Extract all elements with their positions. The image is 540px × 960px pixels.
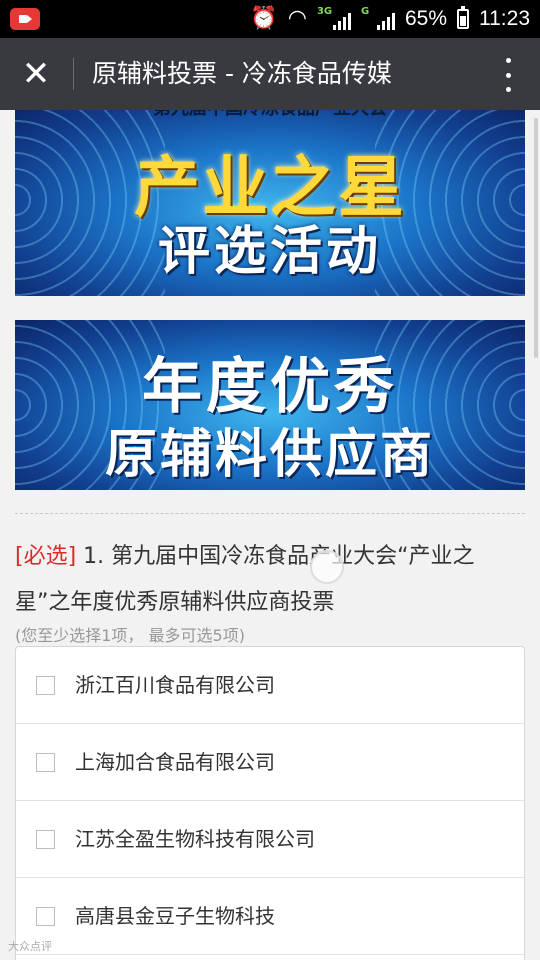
alarm-icon: ⏰ (250, 6, 278, 31)
page-content[interactable]: 第九届中国冷冻食品产业大会 产业之星 评选活动 年度优秀 原辅料供应商 [必选]… (0, 110, 540, 960)
question-text: 1. 第九届中国冷冻食品产业大会“产业之星”之年度优秀原辅料供应商投票 (15, 544, 475, 615)
signal-icon: G (361, 6, 395, 32)
divider (73, 58, 74, 90)
checkbox[interactable] (36, 907, 55, 926)
option-label: 江苏全盈生物科技有限公司 (75, 827, 315, 851)
selection-hint: (您至少选择1项， 最多可选5项) (15, 626, 245, 645)
watermark: 大众点评 (8, 940, 52, 953)
battery-percent: 65% (404, 7, 447, 30)
checkbox[interactable] (36, 830, 55, 849)
required-tag: [必选] (15, 544, 77, 569)
option-label: 上海加合食品有限公司 (75, 750, 275, 774)
checkbox[interactable] (36, 753, 55, 772)
options-list: 浙江百川食品有限公司 上海加合食品有限公司 江苏全盈生物科技有限公司 高唐县金豆… (15, 646, 525, 960)
event-banner: 第九届中国冷冻食品产业大会 产业之星 评选活动 (15, 110, 525, 296)
screen-record-icon (10, 8, 40, 30)
scrollbar[interactable] (534, 118, 538, 358)
category-banner: 年度优秀 原辅料供应商 (15, 320, 525, 490)
battery-icon (457, 6, 469, 29)
status-bar: ⏰ ◠ 3G G 65% 11:23 (0, 0, 540, 38)
title-bar: ✕ 原辅料投票 - 冷冻食品传媒 (0, 38, 540, 110)
page-title: 原辅料投票 - 冷冻食品传媒 (92, 59, 392, 88)
option-item[interactable]: 上海加合食品有限公司 (16, 724, 524, 801)
close-icon[interactable]: ✕ (14, 52, 58, 96)
network-type-2: G (360, 6, 370, 17)
section-divider (15, 513, 525, 514)
network-type-1: 3G (316, 6, 333, 17)
option-item[interactable]: 江苏全盈生物科技有限公司 (16, 801, 524, 878)
banner-top-text: 第九届中国冷冻食品产业大会 (15, 110, 525, 120)
option-item[interactable]: 高唐县金豆子生物科技 (16, 878, 524, 955)
category-banner-line2: 原辅料供应商 (104, 424, 435, 485)
question-title: [必选] 1. 第九届中国冷冻食品产业大会“产业之星”之年度优秀原辅料供应商投票 (15, 534, 525, 626)
checkbox[interactable] (36, 676, 55, 695)
banner-subheadline: 评选活动 (157, 221, 382, 282)
signal-icon: 3G (317, 6, 351, 32)
touch-indicator (310, 550, 344, 584)
wifi-icon: ◠ (287, 6, 307, 31)
status-icons: ⏰ ◠ 3G G 65% 11:23 (250, 0, 530, 38)
option-item[interactable]: 浙江百川食品有限公司 (16, 647, 524, 724)
option-label: 高唐县金豆子生物科技 (75, 904, 275, 928)
more-vertical-icon[interactable] (502, 58, 514, 92)
option-label: 浙江百川食品有限公司 (75, 673, 275, 697)
clock: 11:23 (479, 7, 530, 30)
